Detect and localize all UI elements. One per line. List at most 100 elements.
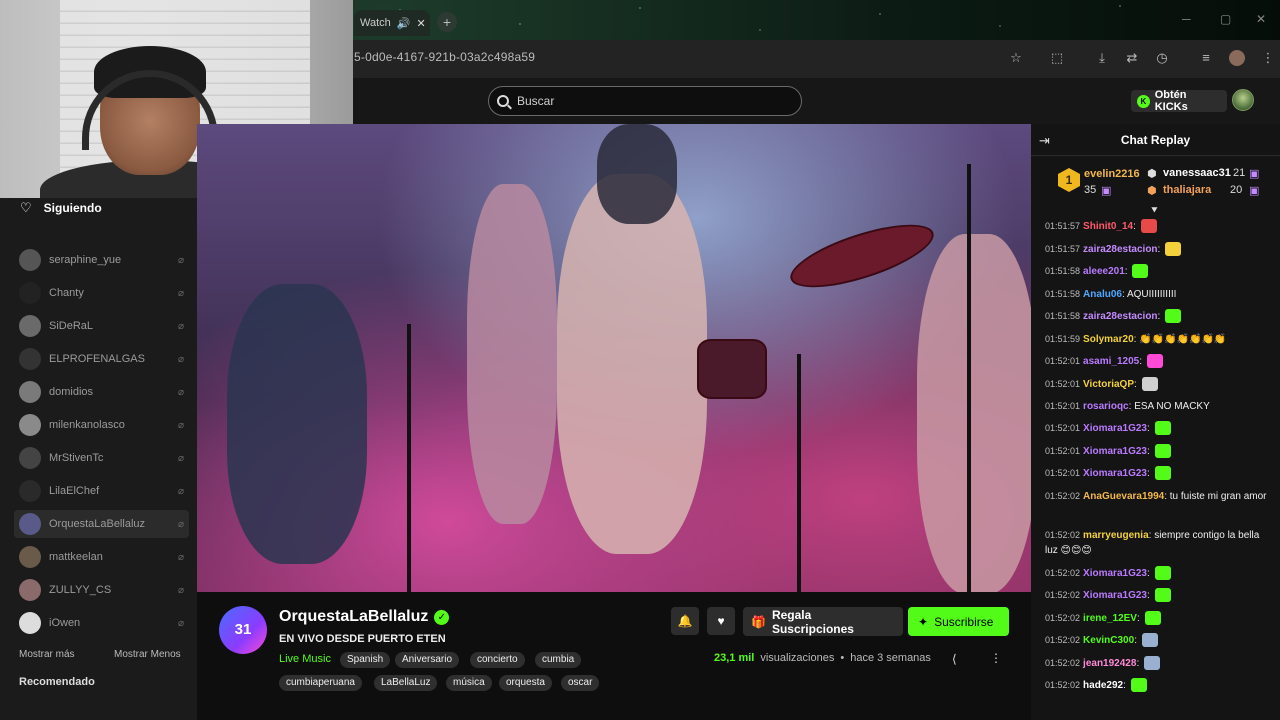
chat-username[interactable]: Xiomara1G23 [1083, 468, 1147, 479]
sidebar-item-label: ZULLYY_CS [49, 584, 112, 596]
user-avatar[interactable] [1232, 89, 1254, 111]
sidebar-item-domidios[interactable]: domidios ⌀ [14, 378, 189, 406]
sidebar-item-zullyy-cs[interactable]: ZULLYY_CS ⌀ [14, 576, 189, 604]
sidebar-item-elprofenalgas[interactable]: ELPROFENALGAS ⌀ [14, 345, 189, 373]
chat-username[interactable]: zaira28estacion [1083, 311, 1158, 322]
chat-timestamp: 01:52:02 [1045, 635, 1081, 645]
sidebar-item-label: milenkanolasco [49, 419, 125, 431]
chat-username[interactable]: rosarioqc [1083, 401, 1129, 412]
chat-username[interactable]: Analu06 [1083, 289, 1122, 300]
chat-timestamp: 01:51:58 [1045, 289, 1081, 299]
tag-spanish[interactable]: Spanish [340, 652, 391, 668]
browser-tab[interactable]: Watch 🔊 ✕ [354, 10, 430, 36]
chat-username[interactable]: irene_12EV [1083, 613, 1137, 624]
verified-check-icon: ✓ [434, 609, 450, 625]
rank3-icon: ⬢ [1147, 185, 1157, 197]
tag-aniversario[interactable]: Aniversario [395, 652, 460, 668]
chat-message: 01:52:02 KevinC300: [1045, 633, 1270, 648]
maximize-icon[interactable]: ▢ [1220, 12, 1231, 26]
chat-username[interactable]: jean192428 [1083, 658, 1136, 669]
chat-username[interactable]: Xiomara1G23 [1083, 590, 1147, 601]
get-kicks-button[interactable]: K Obtén KICKs [1131, 89, 1227, 113]
minimize-icon[interactable]: ─ [1182, 12, 1191, 26]
gift-icon: ▣ [1249, 185, 1260, 197]
sidebar-item-chanty[interactable]: Chanty ⌀ [14, 279, 189, 307]
chat-username[interactable]: hade292 [1083, 680, 1123, 691]
category-link[interactable]: Live Music [279, 653, 331, 665]
tag-cumbiaperuana[interactable]: cumbiaperuana [279, 675, 362, 691]
search-input[interactable]: Buscar [488, 86, 802, 116]
views-count: 23,1 mil [714, 652, 755, 664]
sidebar-item-seraphine-yue[interactable]: seraphine_yue ⌀ [14, 246, 189, 274]
new-tab-button[interactable]: + [437, 12, 457, 32]
show-less-link[interactable]: Mostrar Menos [114, 649, 181, 660]
chat-timestamp: 01:51:58 [1045, 266, 1081, 276]
emote-icon [1154, 444, 1171, 459]
chat-username[interactable]: Xiomara1G23 [1083, 446, 1147, 457]
search-placeholder: Buscar [517, 94, 555, 108]
chat-timestamp: 01:52:02 [1045, 568, 1081, 578]
view-stats: 23,1 mil visualizaciones • hace 3 semana… [714, 652, 931, 664]
profile-avatar-icon[interactable] [1229, 50, 1245, 66]
subscribe-button[interactable]: ✦ Suscribirse [908, 607, 1009, 636]
chat-username[interactable]: aleee201 [1083, 266, 1125, 277]
extension-icon[interactable]: ⬚ [1049, 50, 1065, 66]
pin-icon[interactable]: ⯆ [1150, 205, 1159, 218]
video-player[interactable] [197, 124, 1031, 592]
show-more-link[interactable]: Mostrar más [19, 649, 75, 660]
translate-icon[interactable]: ⇄ [1124, 50, 1140, 66]
chat-username[interactable]: VictoriaQP [1083, 379, 1134, 390]
chat-username[interactable]: Xiomara1G23 [1083, 423, 1147, 434]
tag-concierto[interactable]: concierto [470, 652, 525, 668]
tag-labellaluz[interactable]: LaBellaLuz [374, 675, 438, 691]
bookmark-star-icon[interactable]: ☆ [1008, 50, 1024, 66]
sidebar-item-orquestalabellaluz[interactable]: OrquestaLaBellaluz ⌀ [14, 510, 189, 538]
emote-icon [1165, 309, 1182, 324]
chat-message: 01:51:58 aleee201: [1045, 264, 1270, 279]
chat-username[interactable]: AnaGuevara1994 [1083, 491, 1164, 502]
download-icon[interactable]: ⤓ [1094, 50, 1110, 66]
browser-menu-icon[interactable]: ⋮ [1260, 50, 1276, 66]
gift-subs-button[interactable]: 🎁 Regala Suscripciones [743, 607, 903, 636]
leader-second-name[interactable]: vanessaac31 [1163, 167, 1231, 179]
chat-username[interactable]: Solymar20 [1083, 334, 1134, 345]
sidebar-item-milenkanolasco[interactable]: milenkanolasco ⌀ [14, 411, 189, 439]
url-text[interactable]: 5-0d0e-4167-921b-03a2c498a59 [354, 50, 535, 64]
chat-username[interactable]: KevinC300 [1083, 635, 1134, 646]
sidebar-item-iowen[interactable]: iOwen ⌀ [14, 609, 189, 637]
tag-cumbia[interactable]: cumbia [535, 652, 582, 668]
chat-timestamp: 01:52:01 [1045, 356, 1081, 366]
tag-musica[interactable]: música [446, 675, 492, 691]
share-icon[interactable]: ⟨ [952, 652, 957, 666]
heart-icon: ♡ [20, 200, 32, 215]
leader-first-name[interactable]: evelin2216 [1084, 168, 1140, 180]
leader-third-name[interactable]: thaliajara [1163, 184, 1211, 196]
close-tab-icon[interactable]: ✕ [416, 17, 425, 30]
channel-name[interactable]: OrquestaLaBellaluz ✓ [279, 608, 450, 626]
sidebar-item-lilaelchef[interactable]: LilaElChef ⌀ [14, 477, 189, 505]
close-window-icon[interactable]: ✕ [1256, 12, 1266, 26]
collapse-chat-icon[interactable]: ⇥ [1039, 133, 1050, 149]
chat-username[interactable]: marryeugenia [1083, 530, 1149, 541]
more-options-icon[interactable]: ⋮ [990, 651, 1002, 665]
tag-oscar[interactable]: oscar [561, 675, 600, 691]
chat-username[interactable]: Xiomara1G23 [1083, 568, 1147, 579]
avatar [19, 348, 41, 370]
chat-timestamp: 01:51:57 [1045, 221, 1081, 231]
follow-heart-button[interactable]: ♥ [707, 607, 735, 635]
sidebar-item-sideral[interactable]: SiDeRaL ⌀ [14, 312, 189, 340]
emote-icon [1132, 264, 1149, 279]
sidebar-item-mattkeelan[interactable]: mattkeelan ⌀ [14, 543, 189, 571]
sidebar-item-mrstiventc[interactable]: MrStivenTc ⌀ [14, 444, 189, 472]
notification-bell-button[interactable]: 🔔 [671, 607, 699, 635]
media-icon[interactable]: ≡ [1198, 50, 1214, 66]
chat-timestamp: 01:51:58 [1045, 311, 1081, 321]
chat-username[interactable]: Shinit0_14 [1083, 221, 1133, 232]
history-icon[interactable]: ◷ [1154, 50, 1170, 66]
chat-message: 01:52:02 marryeugenia: siempre contigo la… [1045, 530, 1260, 556]
chat-username[interactable]: zaira28estacion [1083, 244, 1158, 255]
chat-username[interactable]: asami_1205 [1083, 356, 1139, 367]
tag-orquesta[interactable]: orquesta [499, 675, 552, 691]
kick-coin-icon: K [1137, 94, 1150, 108]
channel-avatar[interactable]: 31 [219, 606, 267, 654]
